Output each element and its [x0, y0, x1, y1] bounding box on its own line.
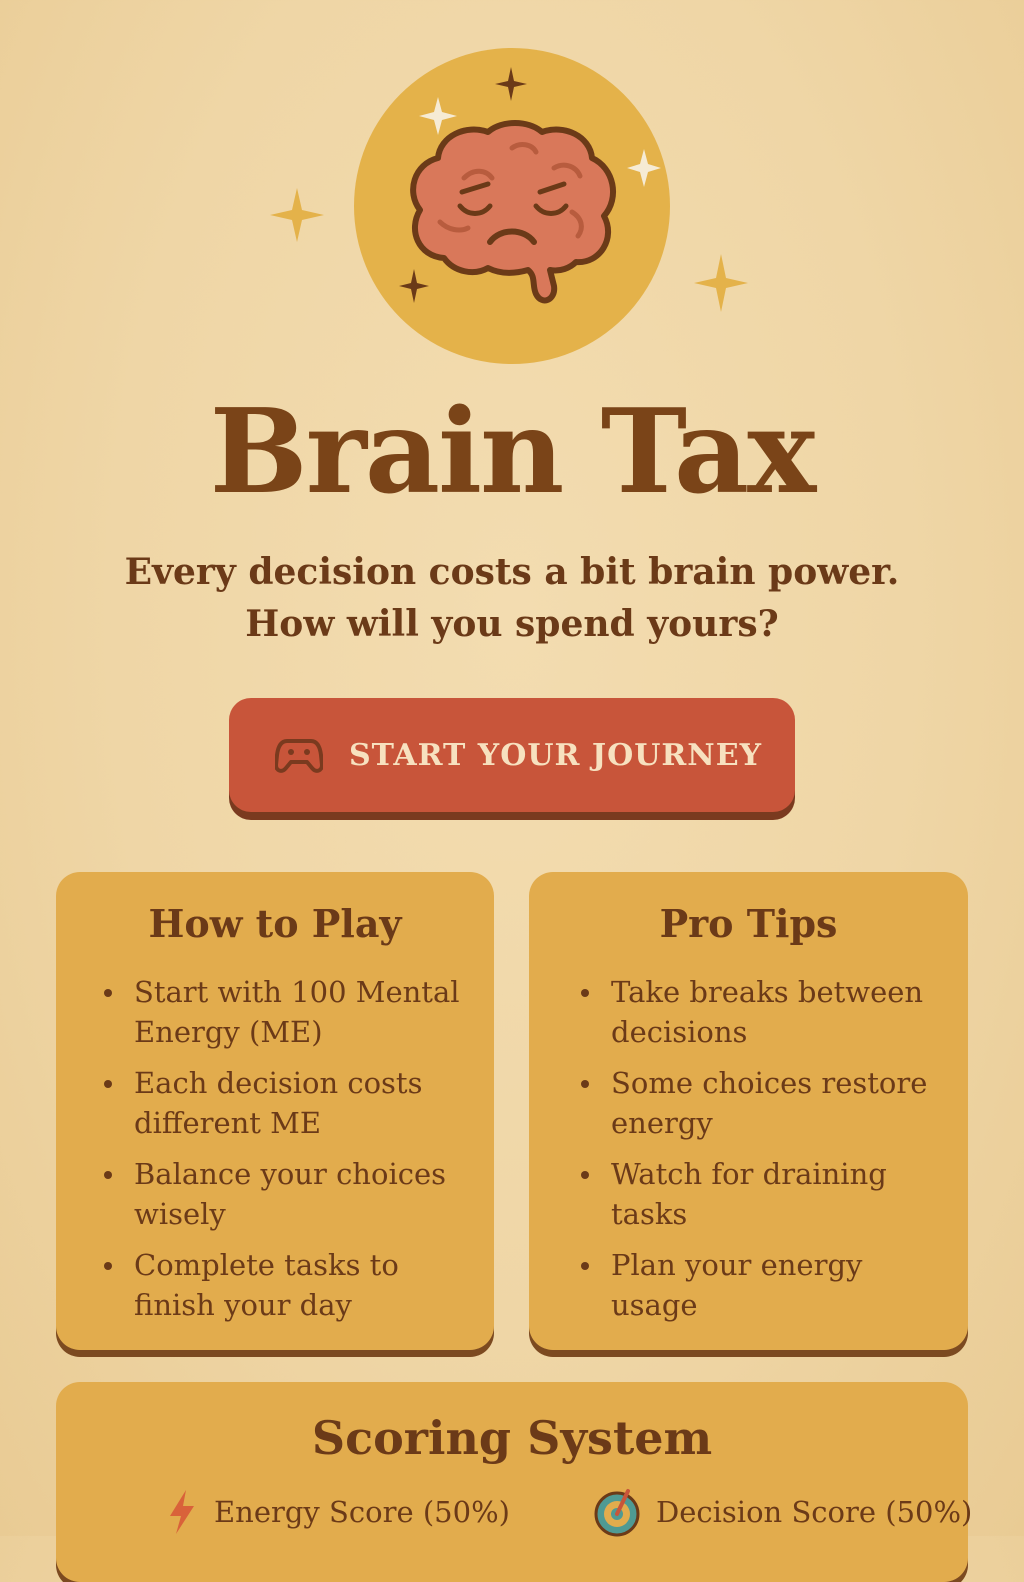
how-to-play-card: How to Play Start with 100 Mental Energy… [56, 872, 494, 1350]
scoring-system-title: Scoring System [311, 1411, 713, 1465]
tagline-line-1: Every decision costs a bit brain power. [124, 551, 900, 593]
pro-tips-title: Pro Tips [659, 901, 838, 946]
how-to-play-list: Start with 100 Mental Energy (ME) Each d… [56, 972, 494, 1336]
decision-score-label: Decision Score (50%) [656, 1495, 973, 1529]
sad-brain-icon [410, 120, 616, 304]
start-journey-label: START YOUR JOURNEY [349, 737, 763, 773]
scoring-system-card: Scoring System Energy Score (50%) Decisi… [56, 1382, 972, 1582]
how-to-play-title: How to Play [148, 901, 402, 946]
list-item: Plan your energy usage [581, 1245, 968, 1325]
list-item: Each decision costs different ME [104, 1063, 494, 1143]
sparkle-icon [270, 188, 324, 242]
list-item: Start with 100 Mental Energy (ME) [104, 972, 494, 1052]
hero [0, 0, 1024, 380]
sparkle-icon [495, 67, 527, 101]
list-item: Watch for draining tasks [581, 1154, 968, 1234]
list-item: Take breaks between decisions [581, 972, 968, 1052]
tagline-line-2: How will you spend yours? [245, 603, 779, 645]
energy-score-item: Energy Score (50%) [164, 1488, 510, 1536]
pro-tips-card: Pro Tips Take breaks between decisions S… [529, 872, 968, 1350]
sparkle-icon [694, 254, 748, 312]
energy-score-label: Energy Score (50%) [214, 1495, 510, 1529]
sparkle-icon [627, 149, 661, 187]
list-item: Complete tasks to finish your day [104, 1245, 494, 1325]
decision-score-item: Decision Score (50%) [592, 1488, 973, 1537]
target-icon [594, 1489, 640, 1537]
list-item: Balance your choices wisely [104, 1154, 494, 1234]
page-title: Brain Tax [209, 384, 817, 520]
start-journey-button[interactable]: START YOUR JOURNEY [229, 698, 795, 812]
gamepad-icon [275, 739, 323, 773]
tagline: Every decision costs a bit brain power. … [0, 546, 1024, 650]
list-item: Some choices restore energy [581, 1063, 968, 1143]
lightning-icon [170, 1490, 194, 1534]
pro-tips-list: Take breaks between decisions Some choic… [529, 972, 968, 1336]
